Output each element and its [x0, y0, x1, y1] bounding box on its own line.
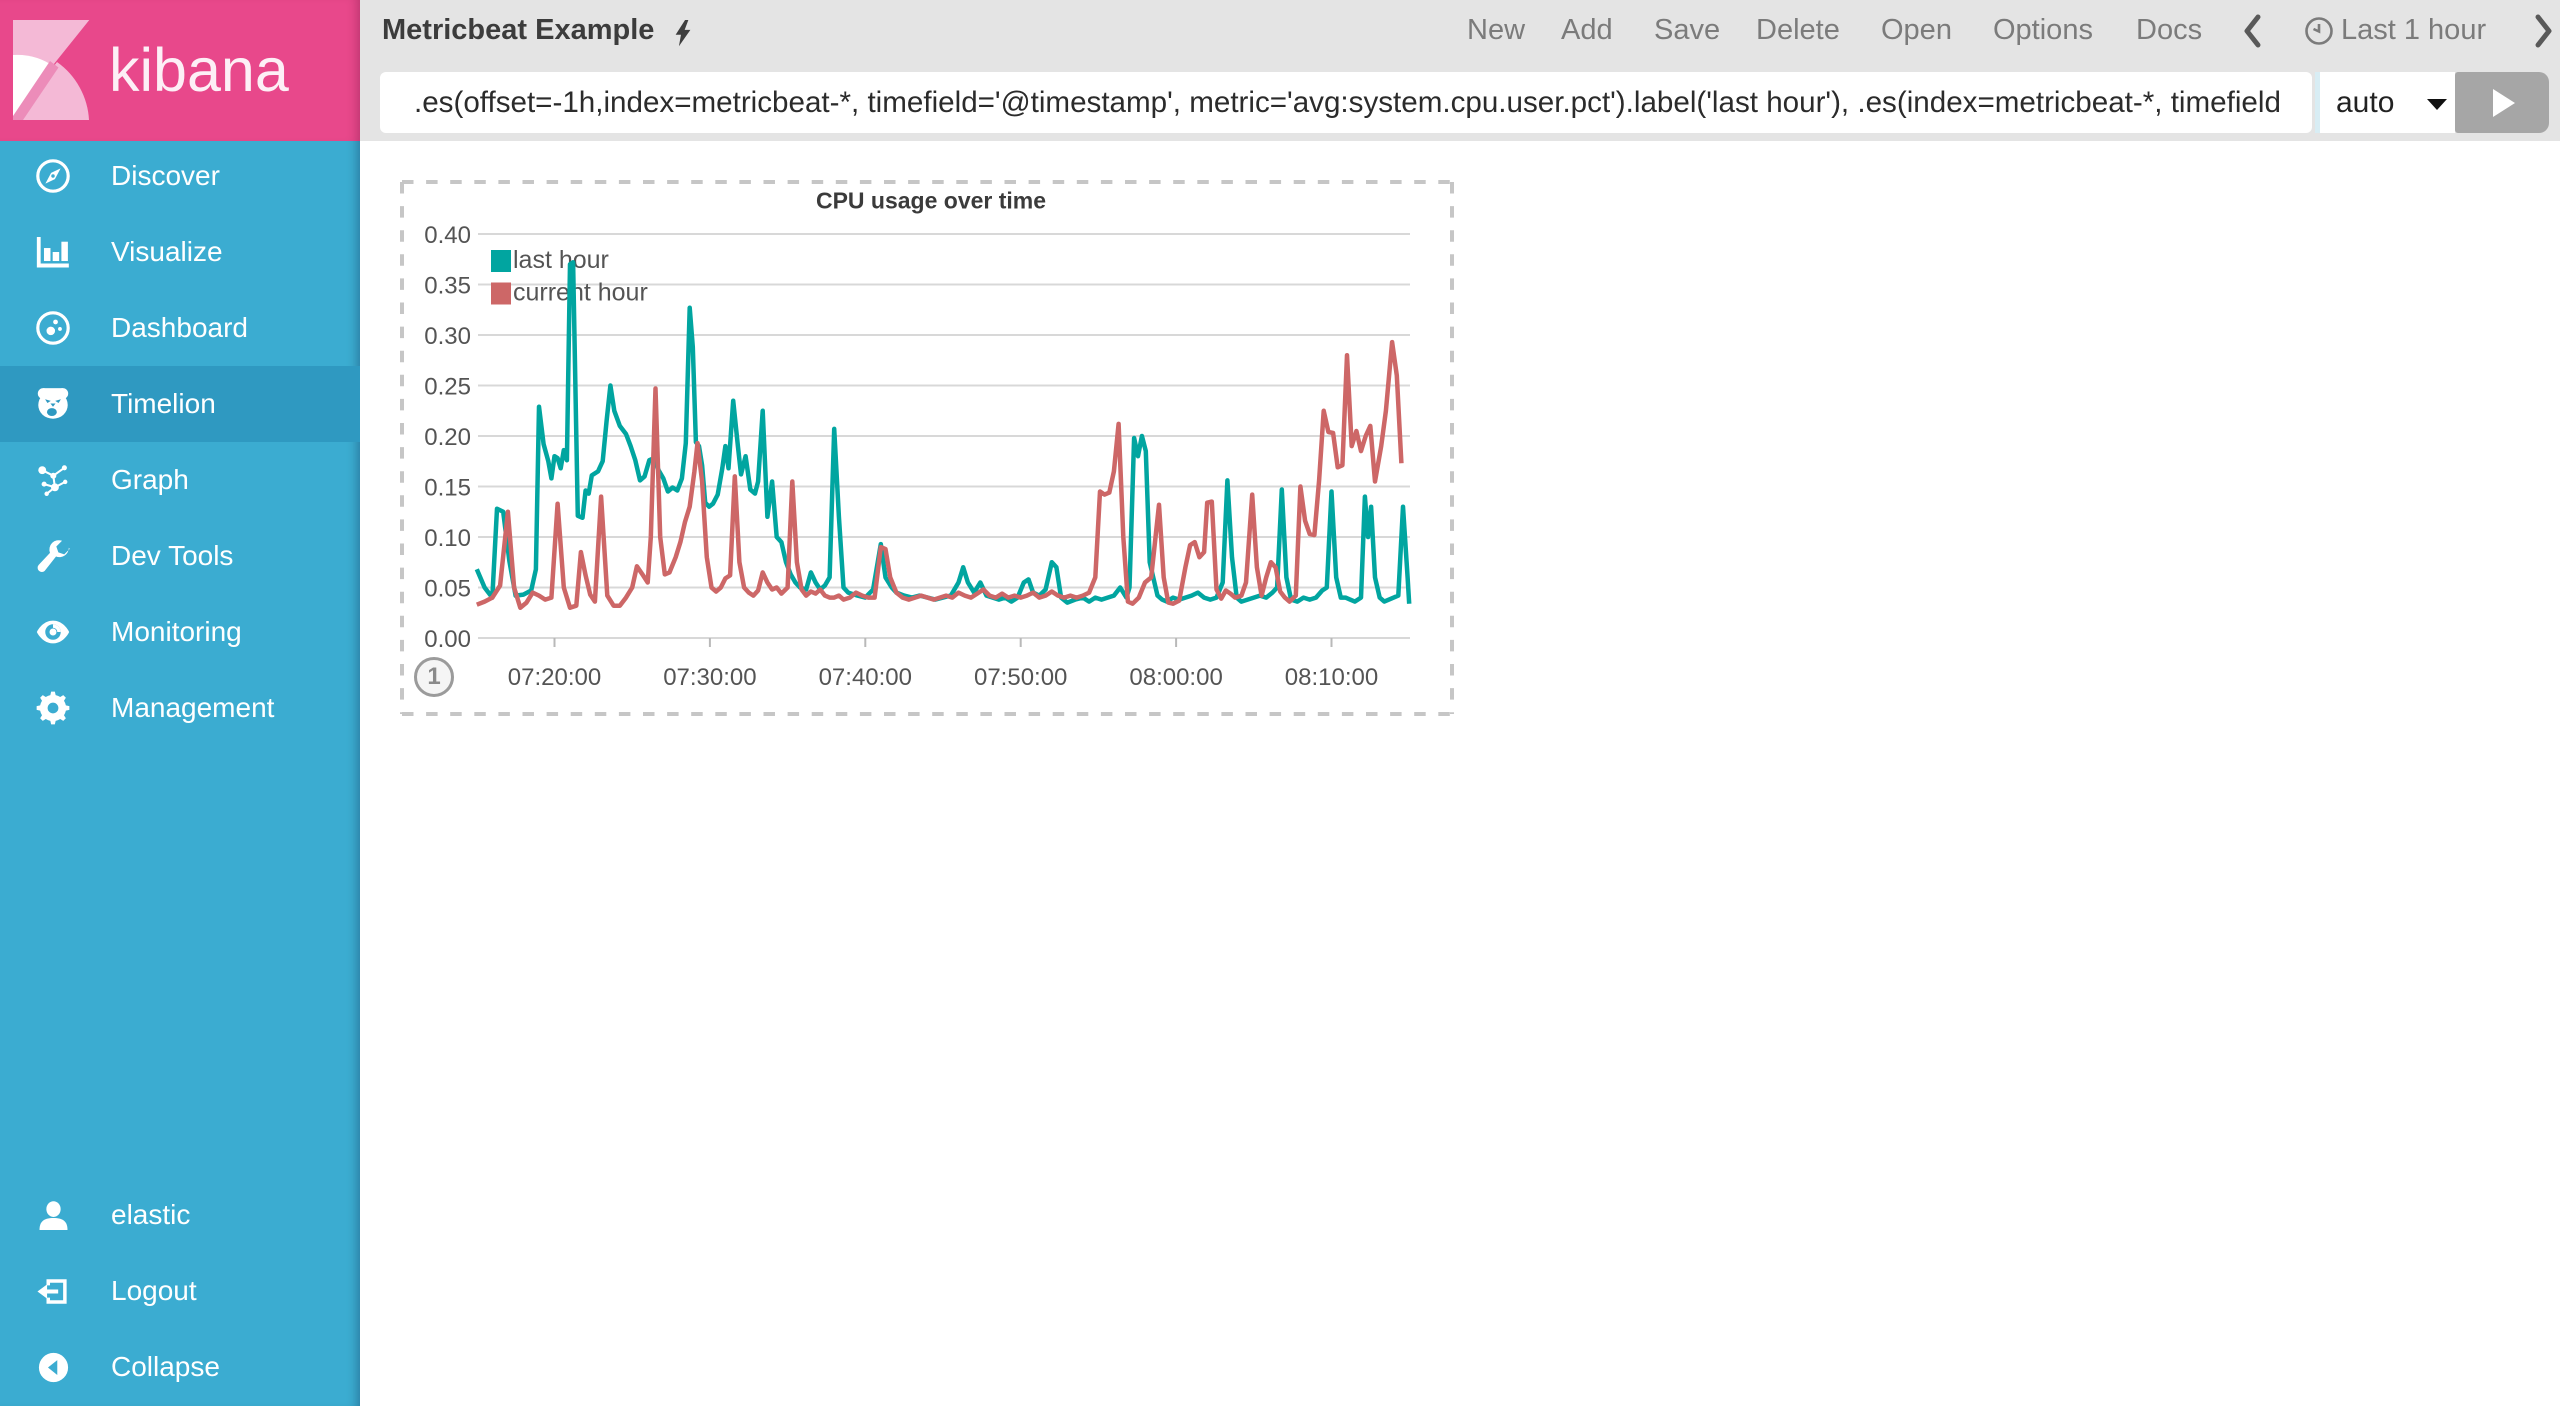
- svg-text:0.10: 0.10: [424, 525, 471, 552]
- svg-text:07:50:00: 07:50:00: [974, 664, 1067, 691]
- svg-text:07:30:00: 07:30:00: [663, 664, 756, 691]
- svg-text:0.00: 0.00: [424, 626, 471, 653]
- svg-text:07:40:00: 07:40:00: [819, 664, 912, 691]
- svg-text:07:20:00: 07:20:00: [508, 664, 601, 691]
- svg-text:0.30: 0.30: [424, 323, 471, 350]
- svg-text:08:10:00: 08:10:00: [1285, 664, 1378, 691]
- svg-text:CPU usage over time: CPU usage over time: [816, 188, 1046, 214]
- svg-text:0.05: 0.05: [424, 576, 471, 603]
- svg-text:08:00:00: 08:00:00: [1129, 664, 1222, 691]
- svg-text:0.35: 0.35: [424, 273, 471, 300]
- svg-text:last hour: last hour: [513, 246, 609, 274]
- svg-text:0.25: 0.25: [424, 374, 471, 401]
- svg-text:0.15: 0.15: [424, 475, 471, 502]
- svg-text:current hour: current hour: [513, 279, 648, 307]
- svg-text:0.40: 0.40: [424, 222, 471, 249]
- svg-text:0.20: 0.20: [424, 424, 471, 451]
